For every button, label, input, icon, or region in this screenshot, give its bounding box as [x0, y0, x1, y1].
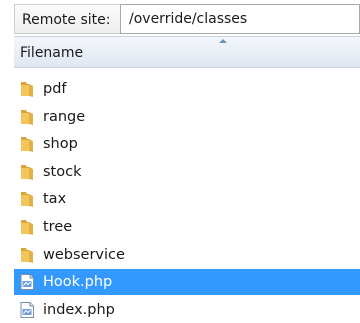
file-name: tax [43, 191, 67, 208]
file-row-tax[interactable]: tax [14, 186, 360, 212]
filename-column-label: Filename [20, 45, 84, 61]
folder-icon [21, 219, 33, 235]
remote-site-bar: Remote site: /override/classes [14, 4, 360, 34]
php-file-icon [20, 274, 34, 291]
file-row-shop[interactable]: shop [14, 131, 360, 157]
file-name: stock [43, 163, 82, 180]
file-name: range [43, 108, 86, 125]
file-row-webservice[interactable]: webservice [14, 242, 360, 268]
remote-site-label: Remote site: [14, 4, 120, 34]
folder-icon [21, 192, 33, 208]
folder-icon [21, 247, 33, 263]
file-name: index.php [43, 301, 115, 318]
file-name: pdf [43, 81, 67, 97]
folder-icon [21, 137, 33, 153]
file-row-tree[interactable]: tree [14, 214, 360, 240]
file-name: Hook.php [43, 274, 113, 291]
file-row-hook-php[interactable]: Hook.php [14, 269, 360, 296]
remote-site-path-input[interactable]: /override/classes [120, 4, 360, 34]
filename-column-header[interactable]: Filename [14, 36, 360, 68]
file-row-range[interactable]: range [14, 104, 360, 130]
php-file-icon [20, 301, 34, 318]
folder-icon [21, 164, 33, 180]
remote-file-list: pdf range shop stock tax tree webservice… [14, 76, 360, 323]
file-row-stock[interactable]: stock [14, 159, 360, 185]
file-name: webservice [43, 246, 125, 263]
folder-icon [21, 82, 33, 97]
file-name: shop [43, 136, 78, 153]
remote-file-pane: Remote site: /override/classes Filename … [0, 0, 360, 323]
sort-ascending-icon [219, 39, 227, 43]
file-name: tree [43, 218, 73, 235]
file-row-pdf[interactable]: pdf [14, 76, 360, 102]
file-row-index-php[interactable]: index.php [14, 297, 360, 323]
folder-icon [21, 109, 33, 125]
